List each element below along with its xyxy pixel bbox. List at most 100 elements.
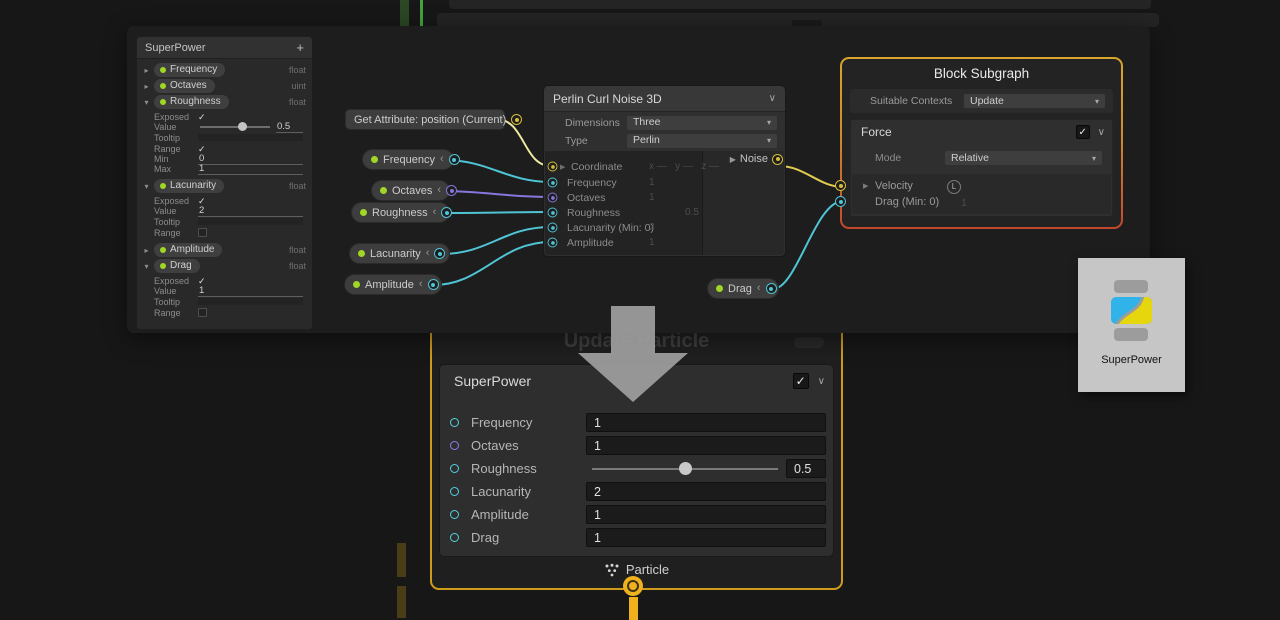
mode-dropdown[interactable]: Relative▾ xyxy=(945,151,1102,165)
collapse-icon[interactable]: ‹ xyxy=(419,279,423,290)
input-value[interactable]: 0.5 xyxy=(685,207,699,218)
context-output-wire[interactable] xyxy=(629,597,638,620)
input-port-icon[interactable] xyxy=(450,533,459,542)
input-port-icon[interactable] xyxy=(450,487,459,496)
range-checkbox[interactable] xyxy=(198,228,207,237)
dimensions-dropdown[interactable]: Three▾ xyxy=(627,116,777,130)
param-node-lacunarity[interactable]: Lacunarity ‹ xyxy=(349,243,450,264)
output-port-icon[interactable] xyxy=(772,154,783,165)
block-enabled-checkbox[interactable]: ✓ xyxy=(793,373,809,389)
property-pill[interactable]: Drag xyxy=(154,259,200,273)
property-pill[interactable]: Lacunarity xyxy=(154,179,224,193)
collapse-icon[interactable]: ‹ xyxy=(433,207,437,218)
type-dropdown[interactable]: Perlin▾ xyxy=(627,134,777,148)
slider-knob[interactable] xyxy=(238,122,247,131)
input-value[interactable]: 1 xyxy=(649,177,655,188)
particle-output-port[interactable] xyxy=(623,576,643,596)
input-port-icon[interactable] xyxy=(835,196,846,207)
max-input[interactable]: 1 xyxy=(198,163,303,175)
wire-noise-to-velocity[interactable] xyxy=(779,166,843,187)
wire-roughness[interactable] xyxy=(439,212,551,213)
param-node-octaves[interactable]: Octaves ‹ xyxy=(371,180,450,201)
input-value[interactable]: 1 xyxy=(649,237,655,248)
wire-frequency[interactable] xyxy=(444,160,551,182)
input-value[interactable]: 1 xyxy=(961,197,967,209)
collapse-icon[interactable]: ‹ xyxy=(757,283,761,294)
input-port-icon[interactable] xyxy=(450,464,459,473)
roughness-input[interactable]: 0.5 xyxy=(786,459,826,478)
superpower-asset-card[interactable]: SuperPower xyxy=(1078,258,1185,392)
collapse-icon[interactable]: ‹ xyxy=(437,185,441,196)
value-input[interactable]: 1 xyxy=(198,285,303,297)
param-node-amplitude[interactable]: Amplitude ‹ xyxy=(344,274,442,295)
expander-icon[interactable]: ▶ xyxy=(560,163,565,171)
force-block[interactable]: Force ✓ ∨ Mode Relative▾ ▶ Velocity L xyxy=(850,119,1113,217)
property-pill[interactable]: Octaves xyxy=(154,79,215,93)
param-node-drag[interactable]: Drag ‹ xyxy=(707,278,779,299)
output-port-icon[interactable] xyxy=(428,279,439,290)
input-port-icon[interactable] xyxy=(548,238,558,248)
expander-icon[interactable]: ▾ xyxy=(142,98,151,107)
amplitude-input[interactable]: 1 xyxy=(586,505,826,524)
tooltip-input[interactable] xyxy=(198,218,303,225)
lacunarity-input[interactable]: 2 xyxy=(586,482,826,501)
exposed-checkbox[interactable]: ✓ xyxy=(198,112,208,122)
property-pill[interactable]: Frequency xyxy=(154,63,225,77)
slider-knob[interactable] xyxy=(679,462,692,475)
property-pill[interactable]: Roughness xyxy=(154,95,229,109)
blackboard-property-lacunarity[interactable]: ▾ Lacunarity float xyxy=(142,178,306,194)
collapse-icon[interactable]: ‹ xyxy=(440,154,444,165)
octaves-input[interactable]: 1 xyxy=(586,436,826,455)
input-port-icon[interactable] xyxy=(835,180,846,191)
wire-lacunarity[interactable] xyxy=(441,227,551,254)
get-attribute-node[interactable]: Get Attribute: position (Current) xyxy=(345,109,505,130)
input-port-icon[interactable] xyxy=(548,223,558,233)
chevron-down-icon[interactable]: ∨ xyxy=(818,376,825,387)
output-port-icon[interactable] xyxy=(449,154,460,165)
output-port-icon[interactable] xyxy=(766,283,777,294)
expander-icon[interactable]: ▾ xyxy=(142,182,151,191)
suitable-contexts-dropdown[interactable]: Update▾ xyxy=(964,94,1105,108)
input-port-icon[interactable] xyxy=(450,441,459,450)
wire-amplitude[interactable] xyxy=(433,242,551,285)
value-input[interactable]: 0.5 xyxy=(276,121,303,133)
input-port-icon[interactable] xyxy=(450,510,459,519)
input-port-icon[interactable] xyxy=(548,178,558,188)
output-port-icon[interactable] xyxy=(446,185,457,196)
expander-icon[interactable]: ▶ xyxy=(863,182,868,190)
node-header[interactable]: Perlin Curl Noise 3D ∨ xyxy=(544,86,785,112)
force-header[interactable]: Force ✓ ∨ xyxy=(851,120,1112,144)
input-port-icon[interactable] xyxy=(450,418,459,427)
blackboard-property-drag[interactable]: ▾ Drag float xyxy=(142,258,306,274)
input-port-icon[interactable] xyxy=(548,162,558,172)
frequency-input[interactable]: 1 xyxy=(586,413,826,432)
value-slider[interactable] xyxy=(198,121,272,132)
tooltip-input[interactable] xyxy=(198,134,303,141)
param-node-frequency[interactable]: Frequency ‹ xyxy=(362,149,454,170)
drag-input[interactable]: 1 xyxy=(586,528,826,547)
expander-icon[interactable]: ▸ xyxy=(142,82,151,91)
blackboard-property-octaves[interactable]: ▸ Octaves uint xyxy=(142,78,306,94)
roughness-slider[interactable] xyxy=(590,459,780,478)
perlin-curl-noise-node[interactable]: Perlin Curl Noise 3D ∨ Dimensions Three▾… xyxy=(543,85,786,257)
output-port-icon[interactable] xyxy=(434,248,445,259)
add-property-button[interactable]: + xyxy=(296,41,304,54)
blackboard-panel[interactable]: SuperPower + ▸ Frequency float ▸ Octaves… xyxy=(136,36,313,330)
chevron-down-icon[interactable]: ∨ xyxy=(769,93,776,104)
value-input[interactable]: 2 xyxy=(198,205,303,217)
tooltip-input[interactable] xyxy=(198,298,303,305)
block-enabled-checkbox[interactable]: ✓ xyxy=(1076,125,1090,139)
blackboard-property-roughness[interactable]: ▾ Roughness float xyxy=(142,94,306,110)
param-node-roughness[interactable]: Roughness ‹ xyxy=(351,202,450,223)
context-header-badge[interactable] xyxy=(794,337,824,348)
range-checkbox[interactable] xyxy=(198,308,207,317)
expander-icon[interactable]: ▾ xyxy=(142,262,151,271)
input-port-icon[interactable] xyxy=(548,193,558,203)
input-port-icon[interactable] xyxy=(548,208,558,218)
collapse-icon[interactable]: ‹ xyxy=(426,248,430,259)
expander-icon[interactable]: ▸ xyxy=(142,66,151,75)
expander-icon[interactable]: ▸ xyxy=(142,246,151,255)
property-pill[interactable]: Amplitude xyxy=(154,243,222,257)
local-space-badge[interactable]: L xyxy=(947,180,961,194)
blackboard-property-amplitude[interactable]: ▸ Amplitude float xyxy=(142,242,306,258)
